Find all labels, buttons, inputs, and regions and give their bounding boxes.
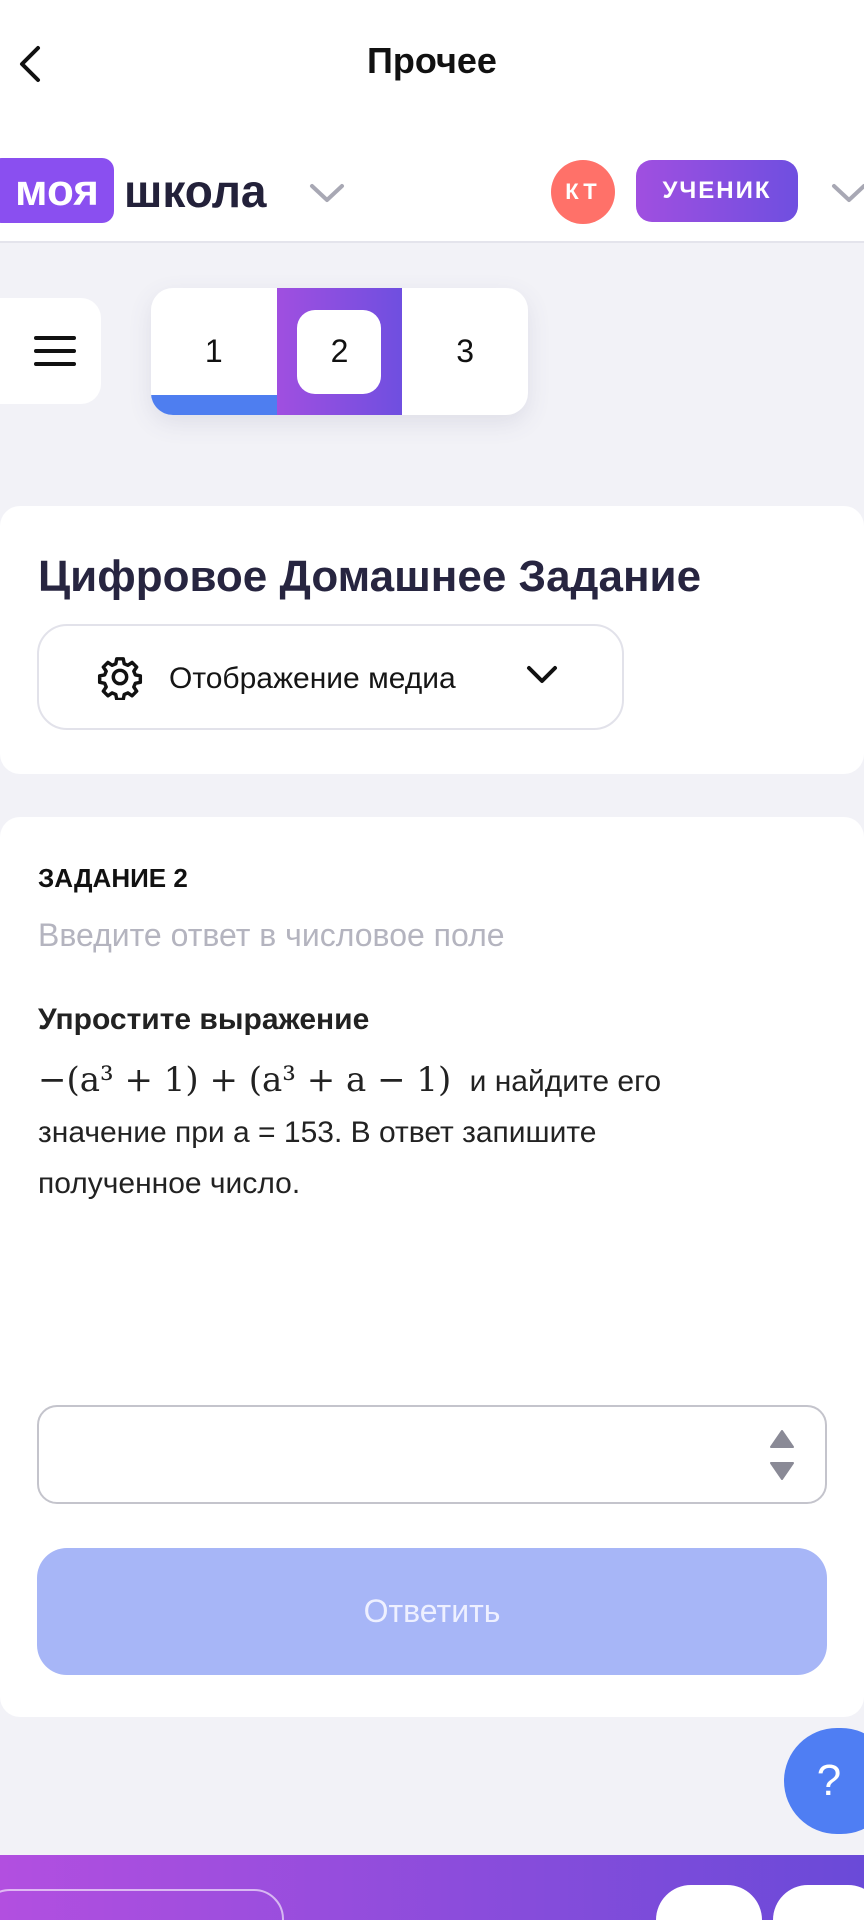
- task-pager: 1 2 3: [151, 288, 528, 415]
- page-2-button[interactable]: 2: [276, 288, 403, 415]
- number-stepper-icon[interactable]: [769, 1427, 795, 1483]
- logo-highlight: моя: [0, 158, 114, 223]
- help-button[interactable]: ?: [784, 1728, 864, 1834]
- task-card: ЗАДАНИЕ 2 Введите ответ в числовое поле …: [0, 817, 864, 1717]
- gear-icon: [97, 657, 143, 700]
- page-title: Прочее: [367, 40, 497, 81]
- answer-number-input[interactable]: [37, 1405, 827, 1504]
- task-hint: Введите ответ в числовое поле: [38, 917, 505, 953]
- question-body: −(a³ + 1) + (a³ + a − 1) и найдите его з…: [38, 1055, 828, 1209]
- homework-title: Цифровое Домашнее Задание: [38, 552, 702, 601]
- question-title: Упростите выражение: [38, 1003, 370, 1036]
- footer-bar: [0, 1855, 864, 1920]
- task-number: ЗАДАНИЕ 2: [38, 863, 188, 893]
- question-text-line-2: значение при a = 153. В ответ запишите: [38, 1116, 597, 1149]
- submit-answer-button[interactable]: Ответить: [37, 1548, 827, 1675]
- page-1-button[interactable]: 1: [151, 288, 277, 415]
- homework-header-card: Цифровое Домашнее Задание Отображение ме…: [0, 506, 864, 774]
- question-text-line-3: полученное число.: [38, 1167, 301, 1200]
- logo-text: школа: [124, 164, 267, 217]
- top-nav-bar: Прочее: [0, 0, 864, 130]
- math-formula: −(a³ + 1) + (a³ + a − 1): [38, 1060, 452, 1100]
- role-badge[interactable]: УЧЕНИК: [636, 160, 798, 222]
- chevron-down-icon: [527, 666, 557, 683]
- profile-dropdown-chevron-icon[interactable]: [830, 182, 864, 204]
- avatar[interactable]: КТ: [551, 160, 615, 224]
- hamburger-menu-icon: [33, 336, 76, 366]
- menu-button[interactable]: [0, 298, 101, 404]
- footer-outline-button[interactable]: [0, 1889, 284, 1920]
- footer-pill-button-2[interactable]: [773, 1885, 864, 1920]
- media-display-dropdown[interactable]: Отображение медиа: [37, 624, 624, 730]
- footer-pill-button-1[interactable]: [656, 1885, 762, 1920]
- question-text-line-1: и найдите его: [469, 1065, 662, 1098]
- media-display-label: Отображение медиа: [169, 662, 456, 695]
- school-dropdown-chevron-icon[interactable]: [308, 182, 346, 204]
- page-3-button[interactable]: 3: [402, 288, 528, 415]
